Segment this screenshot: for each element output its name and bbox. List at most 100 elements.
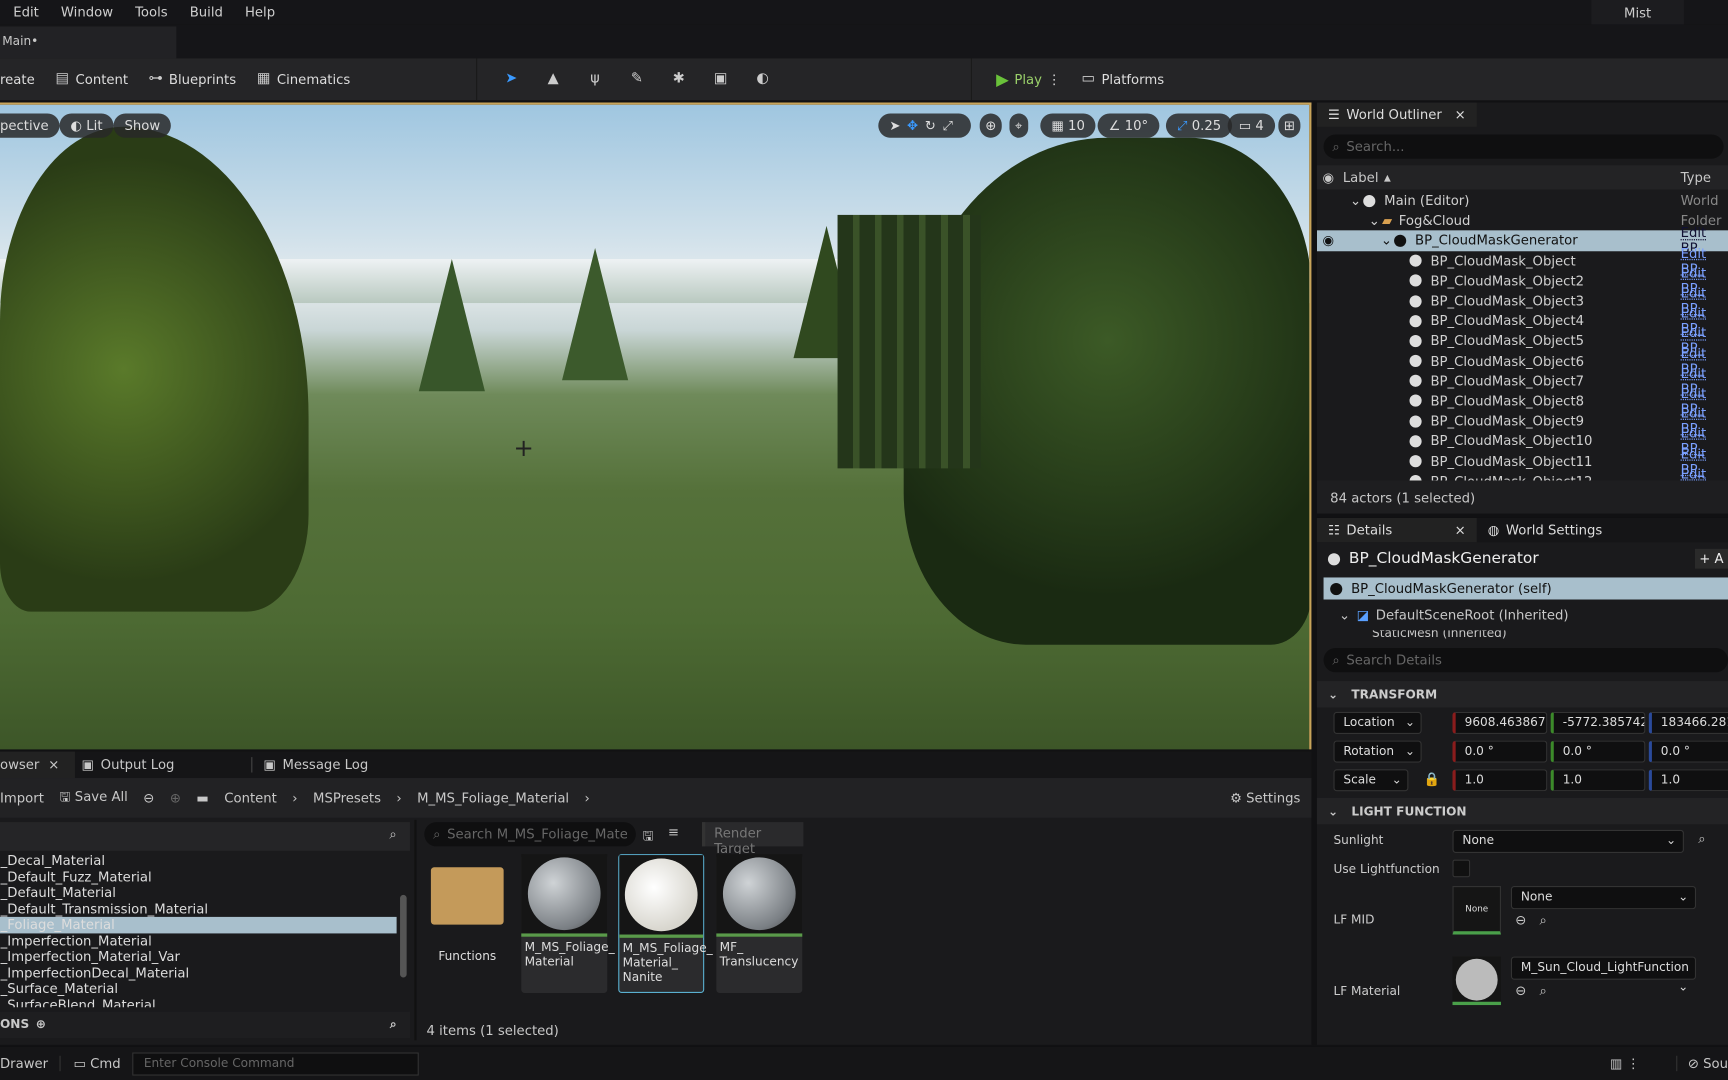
- select-mode-icon[interactable]: ➤: [504, 71, 519, 87]
- view-mode-button[interactable]: pective: [0, 113, 60, 138]
- world-local-icon[interactable]: ⊕: [979, 113, 1002, 138]
- grid-snap-button[interactable]: ▦ 10: [1040, 113, 1096, 138]
- settings-button[interactable]: ⚙ Settings: [1230, 790, 1300, 805]
- level-tab[interactable]: Main•: [0, 26, 177, 59]
- render-target-filter[interactable]: Render Target: [701, 822, 804, 856]
- folder-tree-item[interactable]: S_Surface_Material: [0, 981, 397, 997]
- location-y-input[interactable]: -5772.385742: [1550, 711, 1646, 734]
- location-z-input[interactable]: 183466.28125: [1648, 711, 1728, 734]
- rotation-y-input[interactable]: 0.0 °: [1550, 740, 1646, 763]
- use-selected-icon[interactable]: ⊖: [1515, 912, 1526, 927]
- filter-icon[interactable]: ≡: [668, 824, 679, 839]
- add-collection-icon[interactable]: ⊕: [36, 1017, 46, 1031]
- details-tab[interactable]: ☷ Details ×: [1316, 517, 1477, 543]
- folder-search[interactable]: ⌕: [0, 822, 410, 851]
- scrollbar[interactable]: [400, 894, 407, 978]
- outliner-row[interactable]: BP_CloudMask_Object4 Edit BP_: [1317, 306, 1728, 336]
- layout-icon[interactable]: ⊞: [1278, 113, 1301, 138]
- outliner-row[interactable]: ⌄ Main (Editor) World: [1317, 191, 1728, 211]
- select-tool-icon[interactable]: ➤: [889, 118, 907, 133]
- menu-build[interactable]: Build: [190, 4, 223, 19]
- import-button[interactable]: Import: [0, 790, 44, 805]
- content-button[interactable]: ▤ Content: [55, 71, 129, 87]
- outliner-row[interactable]: BP_CloudMask_Object8 Edit BP_: [1317, 386, 1728, 417]
- project-name[interactable]: Mist: [1591, 0, 1684, 27]
- use-lightfunction-checkbox[interactable]: [1452, 859, 1471, 878]
- asset-tile[interactable]: M_MS_Foliage_ Material_ Nanite: [618, 854, 713, 993]
- show-button[interactable]: Show: [113, 113, 172, 138]
- outliner-search[interactable]: ⌕ Search...: [1323, 134, 1724, 159]
- outliner-row[interactable]: BP_CloudMask_Object3 Edit BP_: [1317, 285, 1728, 316]
- content-drawer-button[interactable]: Drawer: [0, 1056, 48, 1071]
- lock-icon[interactable]: 🔒: [1424, 771, 1440, 786]
- scale-x-input[interactable]: 1.0: [1452, 769, 1548, 792]
- folder-tree-item[interactable]: S_Imperfection_Material: [0, 933, 397, 949]
- asset-tile[interactable]: M_MS_Foliage_ Material: [521, 854, 615, 993]
- folder-tree-item[interactable]: S_Imperfection_Material_Var: [0, 949, 397, 965]
- lf-mid-dropdown[interactable]: None ⌄: [1510, 886, 1697, 910]
- row-type[interactable]: Edit BP_: [1681, 466, 1728, 481]
- outliner-row[interactable]: BP_CloudMask_Object5 Edit BP_: [1317, 326, 1728, 356]
- outliner-row[interactable]: BP_CloudMask_Object6 Edit BP_: [1317, 346, 1728, 376]
- folder-tree-item[interactable]: S_Default_Transmission_Material: [0, 901, 397, 917]
- source-control-button[interactable]: ⊘ Sou: [1675, 1055, 1728, 1072]
- visibility-icon[interactable]: ◉: [1322, 233, 1334, 248]
- outliner-tab[interactable]: ☰ World Outliner ×: [1316, 102, 1477, 127]
- search-icon[interactable]: ⌕: [390, 1017, 397, 1032]
- mesh-paint-icon[interactable]: ✎: [629, 71, 644, 87]
- play-options-icon[interactable]: ⋮: [1047, 72, 1060, 87]
- menu-edit[interactable]: Edit: [13, 4, 39, 19]
- folder-tree-item[interactable]: S_SurfaceBlend_Material: [0, 997, 397, 1007]
- rotation-snap-button[interactable]: ∠ 10°: [1097, 113, 1160, 138]
- scale-y-input[interactable]: 1.0: [1550, 769, 1646, 792]
- cmd-button[interactable]: ▭ Cmd: [59, 1055, 121, 1072]
- outliner-row[interactable]: BP_CloudMask_Object2 Edit BP_: [1317, 265, 1728, 296]
- outliner-row[interactable]: BP_CloudMask_Object10 Edit BP_: [1317, 426, 1728, 457]
- create-button[interactable]: reate: [0, 72, 35, 87]
- asset-tile[interactable]: MF_ Translucency: [716, 854, 803, 993]
- sunlight-dropdown[interactable]: None ⌄: [1452, 829, 1684, 853]
- transform-tools[interactable]: ➤✥↻⤢: [878, 113, 971, 138]
- move-tool-icon[interactable]: ✥: [907, 118, 925, 133]
- browse-icon[interactable]: ⌕: [1540, 912, 1547, 929]
- outliner-row[interactable]: BP_CloudMask_Object Edit BP_: [1317, 245, 1728, 276]
- chevron-down-icon[interactable]: ⌄: [1381, 233, 1394, 248]
- add-component-button[interactable]: + A: [1694, 548, 1728, 569]
- column-type[interactable]: Type: [1681, 170, 1711, 185]
- level-viewport[interactable]: pective ◐ Lit Show ➤✥↻⤢ ⊕ ⌖ ▦ 10 ∠ 10° ⤢…: [0, 102, 1312, 750]
- save-search-icon[interactable]: 🖫: [642, 825, 653, 848]
- rotation-x-input[interactable]: 0.0 °: [1452, 740, 1548, 763]
- collections-section[interactable]: ONS ⊕ ⌕: [0, 1011, 410, 1039]
- scale-mode-dropdown[interactable]: Scale ⌄: [1333, 769, 1409, 792]
- play-button[interactable]: ▶ Play ⋮: [996, 69, 1061, 89]
- chevron-right-icon[interactable]: ›: [585, 790, 590, 805]
- light-function-section[interactable]: ⌄ LIGHT FUNCTION: [1316, 797, 1728, 825]
- outliner-row[interactable]: BP_CloudMask_Object11 Edit BP_: [1317, 446, 1728, 477]
- rotate-tool-icon[interactable]: ↻: [925, 118, 943, 133]
- component-default-scene-root[interactable]: ⌄ ◪ DefaultSceneRoot (Inherited): [1317, 600, 1728, 631]
- scale-z-input[interactable]: 1.0: [1648, 769, 1728, 792]
- browse-icon[interactable]: ⌕: [1540, 983, 1547, 1000]
- folder-tree-item[interactable]: S_Default_Material: [0, 885, 397, 901]
- foliage-icon[interactable]: ψ: [587, 71, 602, 87]
- modeling-icon[interactable]: ▣: [713, 71, 728, 87]
- outliner-row[interactable]: BP_CloudMask_Object7 Edit BP_: [1317, 366, 1728, 396]
- lf-material-thumbnail[interactable]: [1452, 956, 1501, 1006]
- breadcrumb-content[interactable]: Content: [224, 790, 277, 805]
- scale-tool-icon[interactable]: ⤢: [942, 118, 959, 133]
- lit-button[interactable]: ◐ Lit: [59, 113, 114, 138]
- close-icon[interactable]: ×: [1455, 107, 1466, 122]
- folder-tree-item[interactable]: S_Default_Fuzz_Material: [0, 869, 397, 885]
- component-static-mesh[interactable]: StaticMesh (Inherited): [1317, 630, 1728, 641]
- asset-search[interactable]: ⌕ Search M_MS_Foliage_Materia: [424, 822, 636, 847]
- outliner-row[interactable]: ◉ ⌄ BP_CloudMaskGenerator Edit BP_: [1316, 225, 1728, 256]
- world-settings-tab[interactable]: ◍ World Settings: [1477, 518, 1614, 542]
- camera-speed-button[interactable]: ▭ 4: [1227, 113, 1275, 138]
- forward-icon[interactable]: ⊕: [170, 790, 181, 805]
- menu-tools[interactable]: Tools: [135, 4, 168, 19]
- landscape-icon[interactable]: ▲: [545, 71, 560, 87]
- close-icon[interactable]: ×: [1455, 522, 1466, 537]
- derived-data-icon[interactable]: ▥ ⋮: [1610, 1056, 1640, 1071]
- platforms-button[interactable]: ▭ Platforms: [1081, 71, 1164, 87]
- lf-mid-thumbnail[interactable]: None: [1452, 886, 1501, 935]
